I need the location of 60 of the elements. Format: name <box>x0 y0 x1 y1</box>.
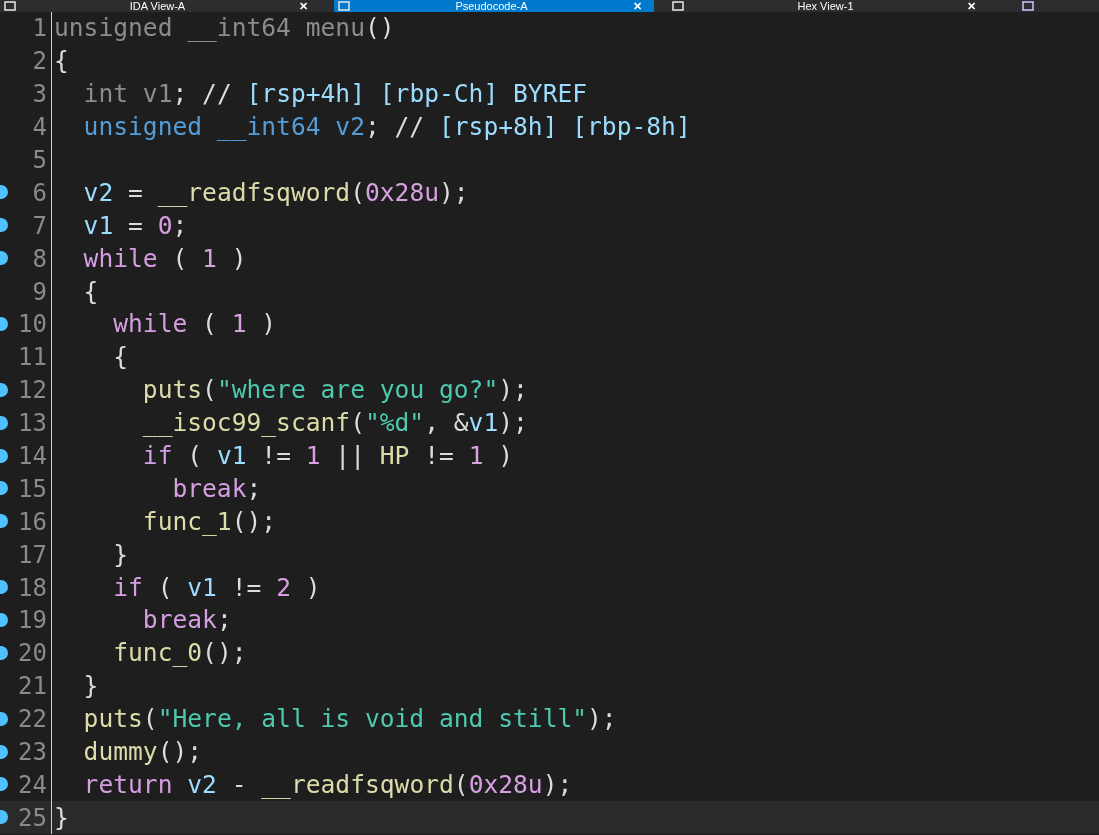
line-number: 7 <box>32 210 47 241</box>
line-number: 10 <box>18 309 47 340</box>
code-line: return v2 - __readfsqword(0x28u); <box>82 769 573 799</box>
window-icon <box>4 1 16 11</box>
line-number: 9 <box>32 276 47 307</box>
window-icon <box>338 1 350 11</box>
code-line: if ( v1 != 2 ) <box>112 572 321 602</box>
code-line: puts("Here, all is void and still"); <box>82 704 617 734</box>
line-number: 19 <box>18 605 47 636</box>
code-line: while ( 1 ) <box>82 243 247 273</box>
line-number: 17 <box>18 539 47 570</box>
code-line: int v1; // [rsp+4h] [rbp-Ch] BYREF <box>82 79 588 109</box>
code-line: __isoc99_scanf("%d", &v1); <box>141 408 528 438</box>
close-icon[interactable]: ✕ <box>299 0 308 12</box>
line-number: 15 <box>18 473 47 504</box>
tab[interactable]: Pseudocode-A ✕ <box>334 0 654 12</box>
code-line: } <box>82 671 99 701</box>
tab-label: Hex View-1 <box>796 0 855 12</box>
code-line: { <box>54 46 69 76</box>
code-line: dummy(); <box>82 737 203 767</box>
line-number: 14 <box>18 441 47 471</box>
line-number: 12 <box>18 375 47 406</box>
tab-label: Pseudocode-A <box>454 0 529 12</box>
code-line: puts("where are you go?"); <box>141 375 528 405</box>
line-number: 1 <box>32 13 47 44</box>
code-line: { <box>112 342 129 372</box>
line-number: 23 <box>18 737 47 768</box>
line-number: 6 <box>32 177 47 208</box>
window-icon <box>1022 1 1034 11</box>
code-line: break; <box>141 605 232 635</box>
line-number: 25 <box>18 802 47 833</box>
window-icon <box>672 1 684 11</box>
line-number: 24 <box>18 769 47 800</box>
code-line: unsigned __int64 v2; // [rsp+8h] [rbp-8h] <box>82 112 691 142</box>
line-number: 18 <box>18 572 47 603</box>
code-line: v2 = __readfsqword(0x28u); <box>82 177 469 207</box>
line-number: 11 <box>18 342 47 373</box>
code-line: unsigned __int64 menu() <box>54 13 395 43</box>
code-line: { <box>82 276 99 306</box>
line-number: 16 <box>18 506 47 537</box>
line-number: 20 <box>18 638 47 669</box>
code-line: v1 = 0; <box>82 210 188 240</box>
line-number: 21 <box>18 671 47 702</box>
code-line: func_0(); <box>112 638 247 668</box>
line-number: 8 <box>32 243 47 274</box>
code-line: while ( 1 ) <box>112 309 277 339</box>
line-number: 22 <box>18 704 47 735</box>
code-line: } <box>54 802 69 832</box>
line-number: 2 <box>32 46 47 77</box>
close-icon[interactable]: ✕ <box>967 0 976 12</box>
code-line: break; <box>171 473 262 503</box>
line-number: 5 <box>32 145 47 175</box>
line-number: 13 <box>18 408 47 439</box>
tab-label: IDA View-A <box>128 0 187 12</box>
line-number: 4 <box>32 112 47 143</box>
close-icon[interactable]: ✕ <box>633 0 642 12</box>
code-line: if ( v1 != 1 || HP != 1 ) <box>141 441 514 470</box>
code-line: func_1(); <box>141 506 277 536</box>
line-number: 3 <box>32 79 47 110</box>
code-line: } <box>112 539 129 569</box>
